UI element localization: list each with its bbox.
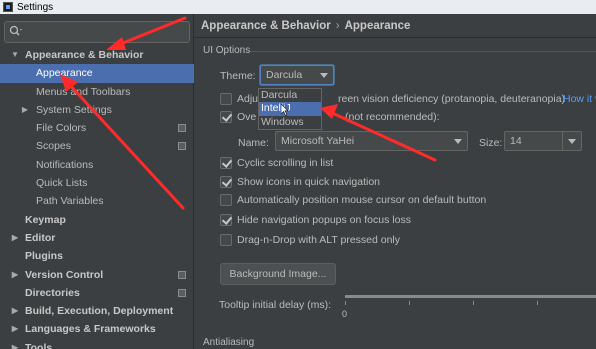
tree-item-file-colors[interactable]: File Colors	[0, 119, 194, 137]
collapse-arrow-icon[interactable]: ▶	[10, 302, 20, 320]
theme-label: Theme:	[220, 70, 256, 82]
project-level-icon	[178, 124, 186, 133]
tree-item-directories[interactable]: Directories	[0, 284, 194, 302]
tooltip-delay-slider[interactable]	[345, 295, 596, 298]
tree-item-appearance[interactable]: Appearance	[0, 64, 194, 83]
search-icon	[5, 22, 27, 42]
collapse-arrow-icon[interactable]: ▶	[10, 320, 20, 338]
font-name-dropdown[interactable]: Microsoft YaHei	[275, 131, 468, 151]
project-level-icon	[178, 288, 186, 297]
project-level-icon	[178, 270, 186, 279]
override-fonts-checkbox-row[interactable]: Ove	[220, 109, 256, 125]
tree-item-quick-lists[interactable]: Quick Lists	[0, 174, 194, 192]
option-drag-n-drop-alt[interactable]: Drag-n-Drop with ALT pressed only	[220, 232, 400, 248]
tree-item-keymap[interactable]: Keymap	[0, 211, 194, 229]
tree-item-scopes[interactable]: Scopes	[0, 137, 194, 155]
collapse-arrow-icon[interactable]: ▶	[20, 101, 30, 119]
section-antialiasing: Antialiasing	[203, 337, 255, 348]
collapse-arrow-icon[interactable]: ▶	[10, 339, 20, 349]
font-name-value: Microsoft YaHei	[281, 135, 355, 147]
tree-item-menus-toolbars[interactable]: Menus and Toolbars	[0, 83, 194, 101]
theme-option-darcula[interactable]: Darcula	[259, 89, 321, 102]
font-name-label: Name:	[238, 137, 269, 149]
theme-options-popup: Darcula IntelliJ Windows	[258, 88, 322, 130]
override-fonts-label-prefix: Ove	[237, 111, 257, 123]
theme-dropdown-value: Darcula	[266, 69, 303, 81]
section-ui-options: UI Options	[203, 45, 251, 56]
font-size-dropdown[interactable]: 14	[504, 131, 582, 151]
section-divider	[250, 51, 596, 52]
settings-content: Appearance & Behavior › Appearance UI Op…	[195, 14, 596, 349]
adjust-colors-label-suffix: reen vision deficiency (protanopia, deut…	[338, 93, 566, 105]
adjust-colors-checkbox-row[interactable]: Adju	[220, 91, 258, 107]
settings-search-input[interactable]	[4, 21, 190, 43]
breadcrumb-current: Appearance	[344, 20, 411, 32]
override-fonts-checkbox[interactable]	[220, 111, 232, 123]
tree-item-system-settings[interactable]: ▶ System Settings	[0, 101, 194, 119]
tree-item-path-variables[interactable]: Path Variables	[0, 192, 194, 210]
adjust-colors-checkbox[interactable]	[220, 93, 232, 105]
chevron-down-icon	[320, 73, 328, 78]
background-image-button[interactable]: Background Image...	[220, 263, 336, 285]
tree-item-version-control[interactable]: ▶ Version Control	[0, 266, 194, 284]
theme-dropdown[interactable]: Darcula	[260, 65, 334, 85]
tree-item-notifications[interactable]: Notifications	[0, 156, 194, 174]
how-it-works-link[interactable]: How it w	[563, 93, 596, 105]
tree-item-tools[interactable]: ▶ Tools	[0, 339, 194, 349]
tree-item-editor[interactable]: ▶ Editor	[0, 229, 194, 247]
show-icons-checkbox[interactable]	[220, 176, 232, 188]
tree-item-build-execution[interactable]: ▶ Build, Execution, Deployment	[0, 302, 194, 320]
option-hide-nav-popups[interactable]: Hide navigation popups on focus loss	[220, 212, 411, 228]
tree-item-languages-frameworks[interactable]: ▶ Languages & Frameworks	[0, 320, 194, 338]
chevron-down-icon	[454, 139, 462, 144]
project-level-icon	[178, 142, 186, 151]
slider-tick	[345, 301, 346, 305]
settings-tree: ▼ Appearance & Behavior Appearance Menus…	[0, 46, 194, 349]
hide-nav-popups-checkbox[interactable]	[220, 214, 232, 226]
chevron-down-icon	[568, 139, 576, 144]
breadcrumb-parent: Appearance & Behavior	[201, 20, 331, 32]
settings-sidebar: ▼ Appearance & Behavior Appearance Menus…	[0, 14, 194, 349]
slider-tick	[537, 301, 538, 305]
tooltip-delay-label: Tooltip initial delay (ms):	[219, 299, 332, 311]
theme-option-intellij[interactable]: IntelliJ	[259, 102, 321, 116]
collapse-arrow-icon[interactable]: ▶	[10, 229, 20, 247]
theme-option-windows[interactable]: Windows	[259, 116, 321, 129]
drag-n-drop-alt-checkbox[interactable]	[220, 234, 232, 246]
collapse-arrow-icon[interactable]: ▶	[10, 266, 20, 284]
header-divider	[195, 37, 596, 38]
adjust-colors-label-prefix: Adju	[237, 93, 259, 105]
option-cyclic-scrolling[interactable]: Cyclic scrolling in list	[220, 155, 333, 171]
font-size-value: 14	[510, 135, 522, 147]
font-size-label: Size:	[479, 137, 503, 149]
window-title: Settings	[17, 1, 54, 13]
option-show-icons[interactable]: Show icons in quick navigation	[220, 174, 380, 190]
slider-tick	[409, 301, 410, 305]
breadcrumb-separator: ›	[335, 20, 340, 32]
app-icon	[3, 2, 13, 12]
window-titlebar: Settings	[0, 0, 596, 14]
tooltip-delay-min: 0	[342, 309, 348, 319]
slider-tick	[473, 301, 474, 305]
auto-position-cursor-checkbox[interactable]	[220, 194, 232, 206]
dropdown-separator	[562, 132, 563, 150]
expand-arrow-icon[interactable]: ▼	[10, 46, 20, 64]
breadcrumb: Appearance & Behavior › Appearance	[201, 20, 410, 32]
option-auto-position-cursor[interactable]: Automatically position mouse cursor on d…	[220, 192, 486, 208]
mouse-cursor-icon	[281, 104, 289, 116]
tree-item-appearance-behavior[interactable]: ▼ Appearance & Behavior	[0, 46, 194, 64]
override-fonts-label-suffix: (not recommended):	[345, 111, 440, 123]
cyclic-scrolling-checkbox[interactable]	[220, 157, 232, 169]
tree-item-plugins[interactable]: Plugins	[0, 247, 194, 265]
